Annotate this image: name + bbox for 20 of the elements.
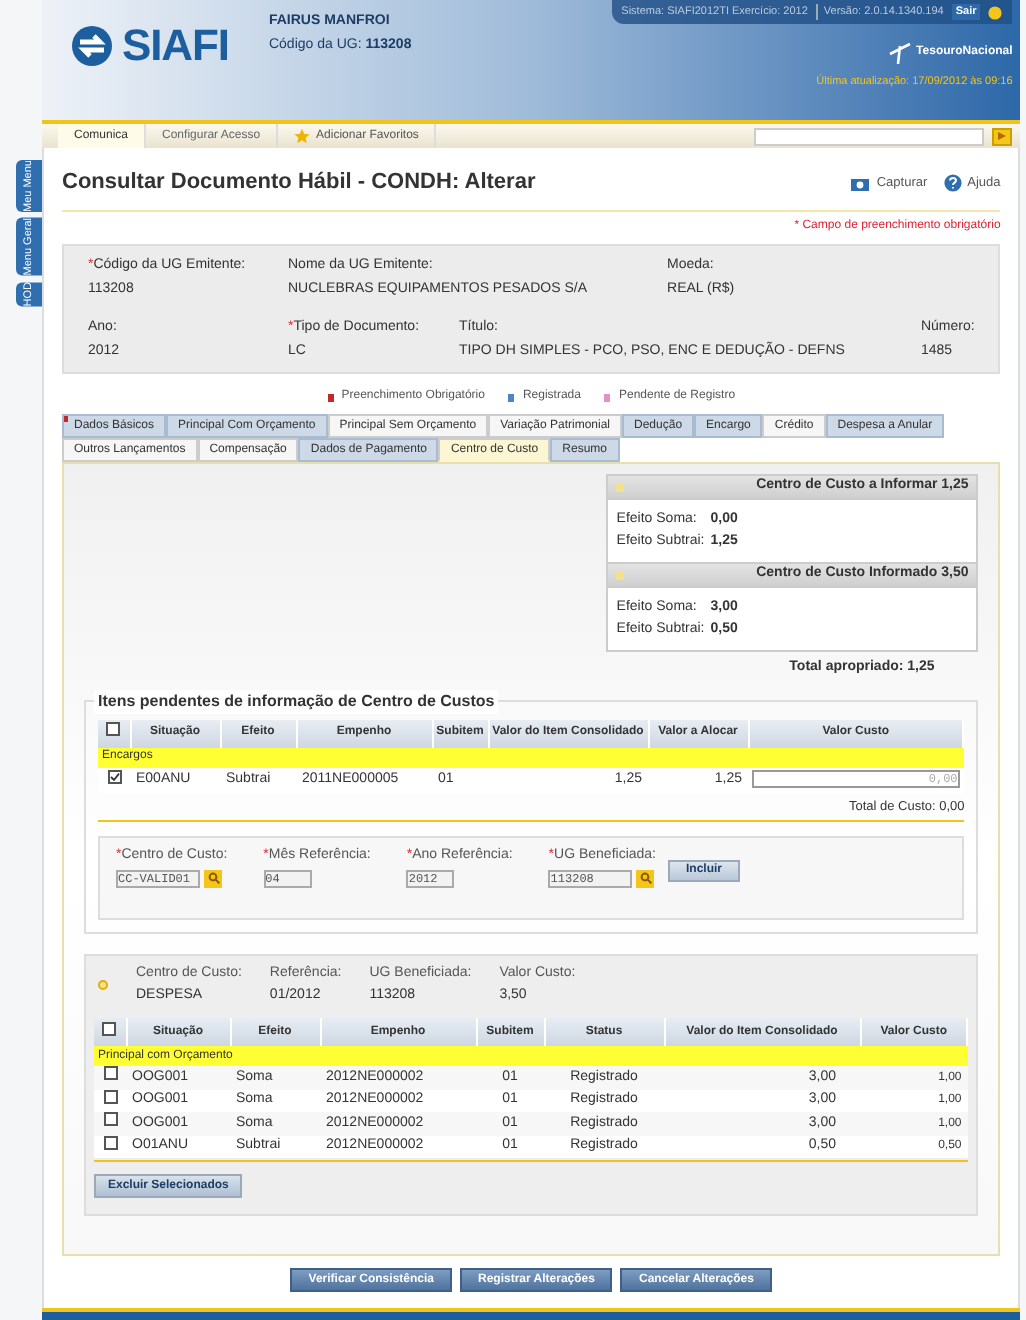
checkbox[interactable] <box>107 769 121 784</box>
checkbox[interactable] <box>103 1112 117 1127</box>
camera-icon[interactable] <box>850 175 871 191</box>
search-field[interactable] <box>754 127 985 145</box>
logout-icon[interactable] <box>988 5 1003 19</box>
help-icon[interactable] <box>943 174 962 192</box>
star-icon[interactable] <box>294 128 311 144</box>
logo-text: SIAFI <box>122 18 229 74</box>
search-icon <box>207 872 219 885</box>
arrow-right-icon <box>998 132 1007 140</box>
search-button[interactable] <box>204 869 222 888</box>
search-button[interactable] <box>636 869 655 888</box>
checkbox[interactable] <box>103 1066 117 1081</box>
logo-icon <box>70 23 114 67</box>
search-icon <box>639 872 652 885</box>
go-button[interactable] <box>992 127 1013 145</box>
checkbox[interactable] <box>102 1021 117 1035</box>
section-title: Itens pendentes de informação de Centro de Custos <box>94 689 499 713</box>
page-title: Consultar Documento Hábil - CONDH: Alterar <box>62 168 536 199</box>
checkbox[interactable] <box>106 721 121 736</box>
